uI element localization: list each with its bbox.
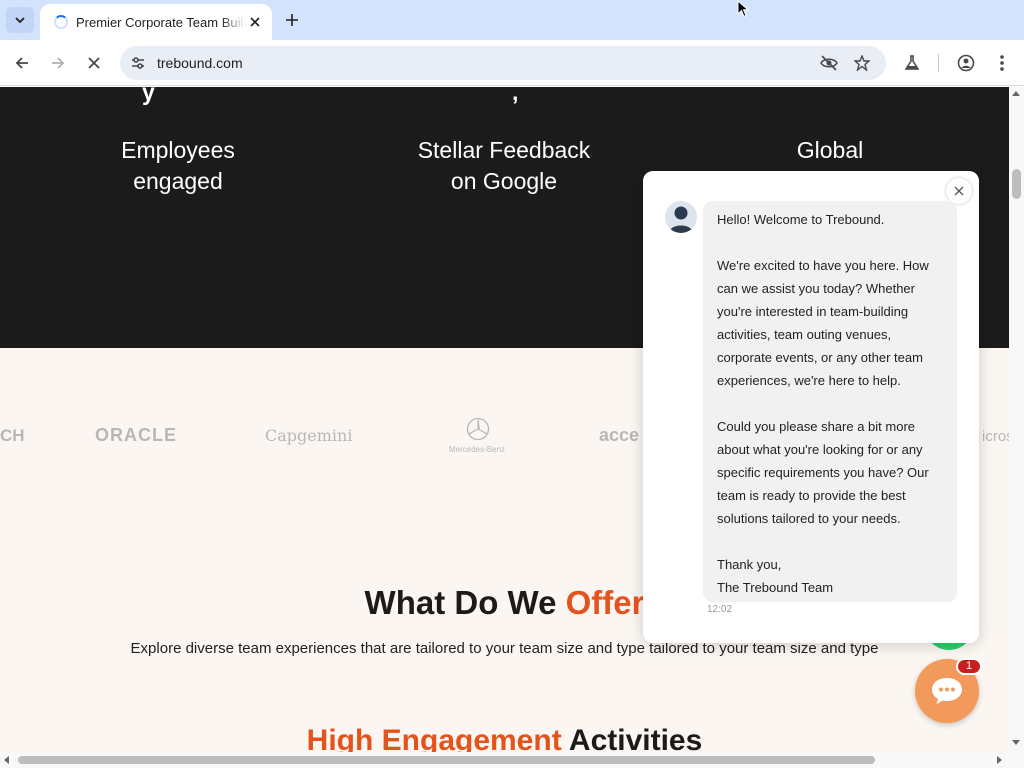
client-logo-mercedes: Mercedes-Benz bbox=[449, 445, 506, 454]
arrow-left-icon bbox=[15, 57, 28, 69]
activities-heading: High Engagement Activities bbox=[0, 724, 1009, 752]
stop-loading-button[interactable] bbox=[80, 49, 108, 77]
more-vert-icon bbox=[1000, 55, 1004, 71]
stat-global: Global bbox=[710, 135, 950, 166]
chat-timestamp: 12:02 bbox=[707, 604, 733, 615]
chat-message-line: Could you please share a bit more bbox=[717, 419, 916, 434]
active-tab[interactable]: Premier Corporate Team Building bbox=[40, 4, 272, 40]
scrollbar-corner bbox=[1009, 752, 1024, 768]
chat-message-line: activities, team outing venues, bbox=[717, 327, 892, 342]
close-icon bbox=[954, 186, 964, 196]
clipped-heading-fragment: , bbox=[512, 87, 519, 105]
chat-message-line: can we assist you today? Whether bbox=[717, 281, 915, 296]
tab-title: Premier Corporate Team Building bbox=[76, 14, 246, 30]
stat-label-line: Global bbox=[796, 137, 864, 163]
tab-strip: Premier Corporate Team Building bbox=[0, 0, 1024, 40]
mercedes-logo-icon bbox=[466, 417, 490, 446]
scroll-down-arrow-icon[interactable] bbox=[1012, 740, 1020, 745]
mouse-cursor-icon bbox=[737, 0, 749, 18]
chat-message-line bbox=[717, 392, 943, 415]
chevron-down-icon bbox=[15, 17, 25, 24]
tab-search-button[interactable] bbox=[6, 7, 34, 33]
chat-close-button[interactable] bbox=[946, 178, 972, 204]
toolbar-divider bbox=[938, 54, 939, 72]
close-icon bbox=[88, 57, 100, 69]
url-text: trebound.com bbox=[157, 55, 243, 71]
stat-label-line: engaged bbox=[133, 168, 223, 194]
chat-message: Hello! Welcome to Trebound. We're excite… bbox=[703, 201, 957, 602]
labs-button[interactable] bbox=[900, 51, 924, 75]
star-icon bbox=[854, 55, 870, 71]
chat-message-line: Hello! Welcome to Trebound. bbox=[717, 212, 885, 227]
activities-heading-accent: High Engagement bbox=[306, 724, 562, 752]
flask-icon bbox=[904, 55, 920, 70]
stat-label-line: Stellar Feedback bbox=[417, 137, 591, 163]
scroll-right-arrow-icon[interactable] bbox=[997, 756, 1002, 764]
clipped-heading-fragment: y bbox=[142, 87, 155, 105]
scroll-up-arrow-icon[interactable] bbox=[1012, 91, 1020, 96]
vertical-scrollbar-thumb[interactable] bbox=[1012, 169, 1021, 199]
chat-message-line: specific requirements you have? Our bbox=[717, 465, 929, 480]
offer-heading-main: What Do We bbox=[364, 584, 566, 621]
back-button[interactable] bbox=[8, 49, 36, 77]
chat-popup: Hello! Welcome to Trebound. We're excite… bbox=[643, 171, 979, 643]
chat-message-line: you're interested in team-building bbox=[717, 304, 909, 319]
plus-icon bbox=[286, 14, 298, 26]
menu-button[interactable] bbox=[990, 51, 1014, 75]
forward-button[interactable] bbox=[44, 49, 72, 77]
chat-message-line bbox=[717, 530, 943, 553]
client-logo-accenture: acce bbox=[599, 425, 640, 445]
horizontal-scrollbar[interactable] bbox=[0, 752, 1009, 768]
bookmark-button[interactable] bbox=[850, 51, 874, 75]
chat-message-line: about what you're looking for or any bbox=[717, 442, 923, 457]
new-tab-button[interactable] bbox=[280, 8, 304, 32]
browser-toolbar: trebound.com bbox=[0, 40, 1024, 86]
site-info-button[interactable] bbox=[126, 51, 150, 75]
scroll-left-arrow-icon[interactable] bbox=[4, 756, 9, 764]
eye-off-icon bbox=[820, 55, 838, 71]
unread-badge: 1 bbox=[956, 658, 982, 675]
arrow-right-icon bbox=[52, 57, 65, 69]
close-icon bbox=[250, 17, 260, 27]
stat-label-line: Employees bbox=[121, 137, 235, 163]
chat-message-line: Thank you, bbox=[717, 557, 782, 572]
account-icon bbox=[957, 54, 975, 72]
tab-close-button[interactable] bbox=[246, 13, 264, 31]
vertical-scrollbar[interactable] bbox=[1009, 87, 1024, 752]
profile-button[interactable] bbox=[954, 51, 978, 75]
address-bar[interactable]: trebound.com bbox=[120, 46, 886, 80]
chat-message-line: corporate events, or any other team bbox=[717, 350, 923, 365]
activities-heading-main: Activities bbox=[561, 724, 703, 752]
client-logo-oracle: ORACLE bbox=[95, 425, 177, 445]
horizontal-scrollbar-thumb[interactable] bbox=[18, 756, 875, 764]
chat-message-line: solutions tailored to your needs. bbox=[717, 511, 901, 526]
client-logo: CH bbox=[0, 426, 25, 445]
tune-icon bbox=[132, 57, 144, 69]
client-logo-microsoft: icros bbox=[982, 428, 1009, 445]
chat-message-line: We're excited to have you here. How bbox=[717, 258, 929, 273]
chat-message-line: The Trebound Team bbox=[717, 580, 834, 595]
chat-bubble-icon bbox=[932, 678, 962, 704]
client-logo-capgemini: Capgemini bbox=[265, 426, 353, 445]
stat-label-line: on Google bbox=[450, 168, 558, 194]
loading-spinner-icon bbox=[54, 15, 68, 29]
tracking-protection-button[interactable] bbox=[817, 51, 841, 75]
stat-google-feedback: Stellar Feedback on Google bbox=[384, 135, 624, 197]
chat-message-line: experiences, we're here to help. bbox=[717, 373, 901, 388]
chat-message-line bbox=[717, 231, 943, 254]
agent-avatar bbox=[665, 201, 697, 233]
stat-employees: Employees engaged bbox=[58, 135, 298, 197]
person-icon bbox=[669, 206, 693, 233]
chat-message-line: team is ready to provide the best bbox=[717, 488, 906, 503]
offer-heading-accent: Offer bbox=[565, 584, 645, 621]
